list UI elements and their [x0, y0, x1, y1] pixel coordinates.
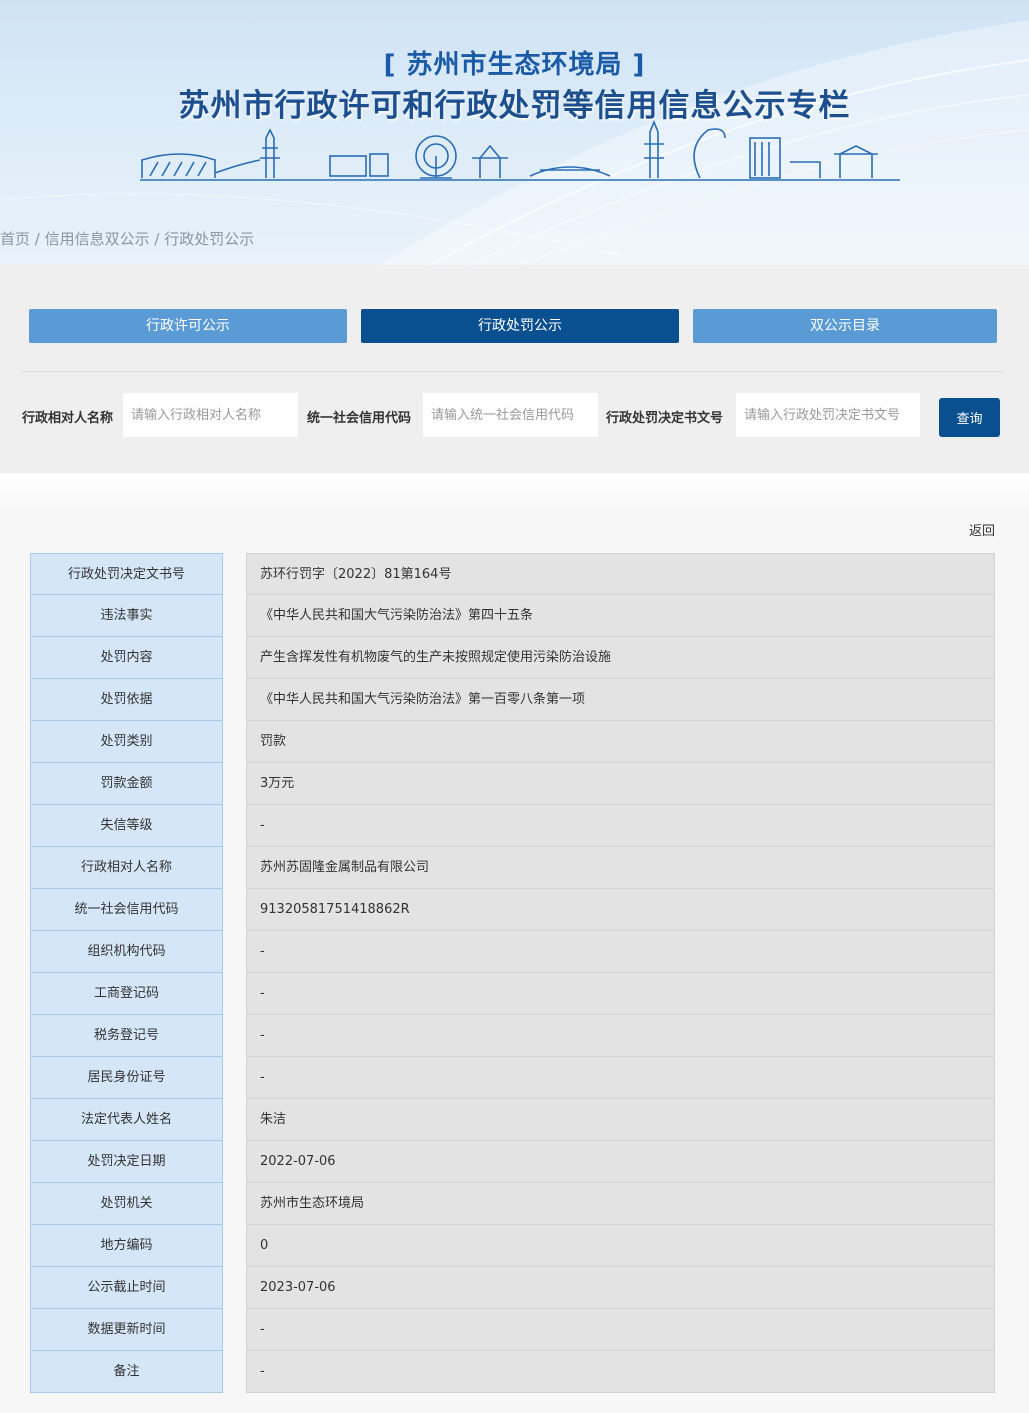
field-value: - [246, 1351, 995, 1393]
breadcrumb: 首页 / 信用信息双公示 / 行政处罚公示 [0, 228, 254, 249]
field-value: 产生含挥发性有机物废气的生产未按照规定使用污染防治设施 [246, 637, 995, 679]
field-value: 91320581751418862R [246, 889, 995, 931]
table-row: 地方编码 0 [30, 1225, 995, 1267]
field-label: 公示截止时间 [30, 1267, 223, 1309]
field-label: 居民身份证号 [30, 1057, 223, 1099]
table-row: 处罚类别 罚款 [30, 721, 995, 763]
field-label: 处罚决定日期 [30, 1141, 223, 1183]
agency-title: [ 苏州市生态环境局 ] [383, 50, 646, 80]
field-value: 苏环行罚字〔2022〕81第164号 [246, 553, 995, 595]
field-value: - [246, 973, 995, 1015]
field-label: 备注 [30, 1351, 223, 1393]
breadcrumb-home-link[interactable]: 首页 [0, 230, 30, 248]
table-row: 公示截止时间 2023-07-06 [30, 1267, 995, 1309]
field-label: 失信等级 [30, 805, 223, 847]
field-value: 《中华人民共和国大气污染防治法》第一百零八条第一项 [246, 679, 995, 721]
field-value: 2023-07-06 [246, 1267, 995, 1309]
field-value: 3万元 [246, 763, 995, 805]
field-value: - [246, 1015, 995, 1057]
field-value: 苏州苏固隆金属制品有限公司 [246, 847, 995, 889]
table-row: 备注 - [30, 1351, 995, 1393]
tab-publicity-catalog[interactable]: 双公示目录 [693, 309, 997, 343]
city-skyline-illustration [140, 119, 900, 181]
table-row: 数据更新时间 - [30, 1309, 995, 1351]
field-label: 税务登记号 [30, 1015, 223, 1057]
field-value: - [246, 931, 995, 973]
field-label: 组织机构代码 [30, 931, 223, 973]
search-divider [22, 371, 1004, 372]
field-label: 地方编码 [30, 1225, 223, 1267]
field-value: 0 [246, 1225, 995, 1267]
table-row: 税务登记号 - [30, 1015, 995, 1057]
field-label: 数据更新时间 [30, 1309, 223, 1351]
table-row: 罚款金额 3万元 [30, 763, 995, 805]
table-row: 组织机构代码 - [30, 931, 995, 973]
table-row: 工商登记码 - [30, 973, 995, 1015]
field-label: 处罚类别 [30, 721, 223, 763]
field-label: 法定代表人姓名 [30, 1099, 223, 1141]
field-label: 行政处罚决定文书号 [30, 553, 223, 595]
table-row: 处罚内容 产生含挥发性有机物废气的生产未按照规定使用污染防治设施 [30, 637, 995, 679]
field-label: 统一社会信用代码 [30, 889, 223, 931]
field-value: 《中华人民共和国大气污染防治法》第四十五条 [246, 595, 995, 637]
credit-code-label: 统一社会信用代码 [307, 411, 412, 426]
field-value: 朱洁 [246, 1099, 995, 1141]
field-label: 罚款金额 [30, 763, 223, 805]
field-value: - [246, 805, 995, 847]
breadcrumb-credit-link[interactable]: 信用信息双公示 [45, 230, 150, 248]
breadcrumb-separator: / [149, 230, 165, 248]
field-value: - [246, 1309, 995, 1351]
penalty-detail-table: 行政处罚决定文书号 苏环行罚字〔2022〕81第164号 违法事实 《中华人民共和国大… [30, 553, 995, 1393]
field-value: 罚款 [246, 721, 995, 763]
table-row: 居民身份证号 - [30, 1057, 995, 1099]
tab-license-publicity[interactable]: 行政许可公示 [29, 309, 347, 343]
decision-number-input[interactable] [736, 393, 920, 437]
query-button[interactable]: 查询 [939, 398, 1000, 437]
field-label: 工商登记码 [30, 973, 223, 1015]
header-banner: [ 苏州市生态环境局 ] 苏州市行政许可和行政处罚等信用信息公示专栏 首页 / … [0, 0, 1029, 265]
search-panel: 行政许可公示 行政处罚公示 双公示目录 行政相对人名称 统一社会信用代码 行政处… [0, 265, 1029, 473]
name-label: 行政相对人名称 [22, 411, 114, 426]
credit-code-input[interactable] [423, 393, 598, 437]
table-row: 违法事实 《中华人民共和国大气污染防治法》第四十五条 [30, 595, 995, 637]
field-value: 2022-07-06 [246, 1141, 995, 1183]
field-label: 处罚机关 [30, 1183, 223, 1225]
field-label: 处罚依据 [30, 679, 223, 721]
decision-number-label: 行政处罚决定书文号 [606, 411, 724, 426]
table-row: 行政处罚决定文书号 苏环行罚字〔2022〕81第164号 [30, 553, 995, 595]
table-row: 统一社会信用代码 91320581751418862R [30, 889, 995, 931]
field-value: 苏州市生态环境局 [246, 1183, 995, 1225]
tab-penalty-publicity[interactable]: 行政处罚公示 [361, 309, 679, 343]
back-link[interactable]: 返回 [969, 520, 995, 539]
breadcrumb-separator: / [30, 230, 45, 248]
table-row: 失信等级 - [30, 805, 995, 847]
table-row: 行政相对人名称 苏州苏固隆金属制品有限公司 [30, 847, 995, 889]
field-label: 违法事实 [30, 595, 223, 637]
field-value: - [246, 1057, 995, 1099]
table-row: 处罚决定日期 2022-07-06 [30, 1141, 995, 1183]
table-row: 处罚依据 《中华人民共和国大气污染防治法》第一百零八条第一项 [30, 679, 995, 721]
table-row: 法定代表人姓名 朱洁 [30, 1099, 995, 1141]
breadcrumb-current: 行政处罚公示 [164, 230, 255, 248]
penalty-detail-section: 返回 行政处罚决定文书号 苏环行罚字〔2022〕81第164号 违法事实 《中华人民共… [0, 473, 1029, 1413]
field-label: 处罚内容 [30, 637, 223, 679]
field-label: 行政相对人名称 [30, 847, 223, 889]
name-input[interactable] [123, 393, 298, 437]
table-row: 处罚机关 苏州市生态环境局 [30, 1183, 995, 1225]
